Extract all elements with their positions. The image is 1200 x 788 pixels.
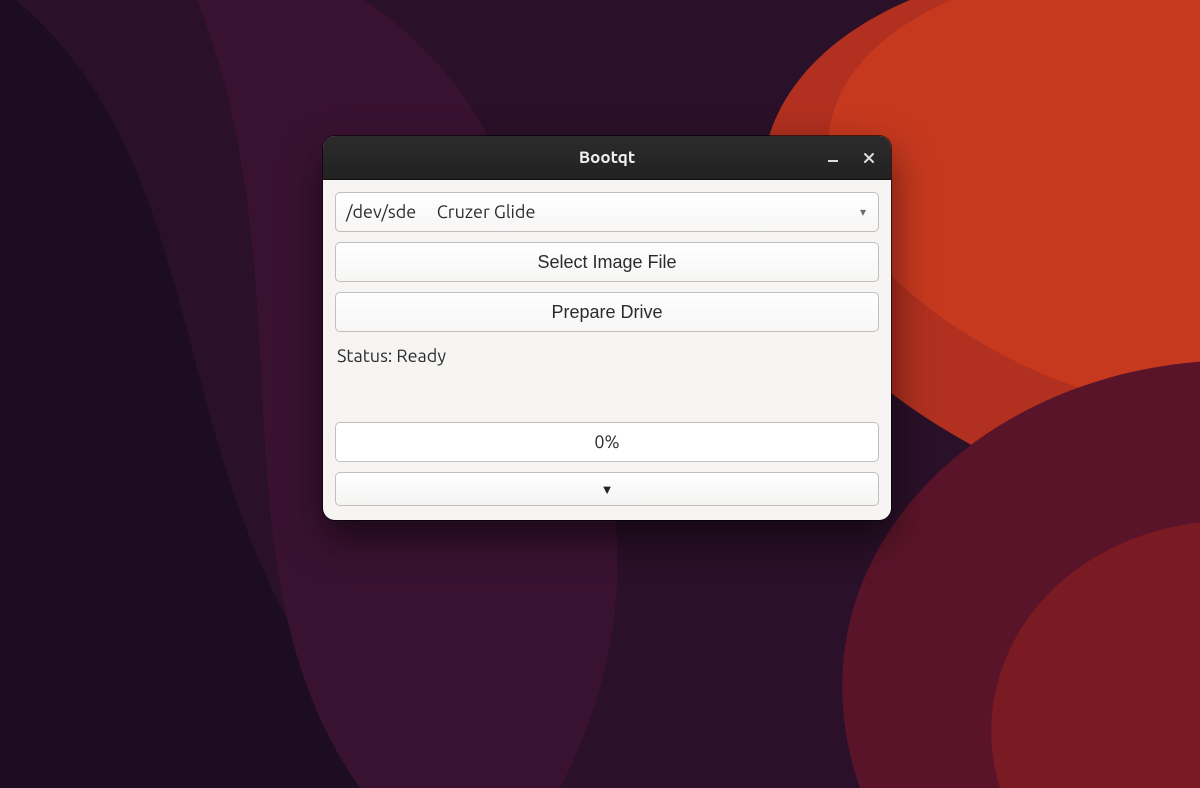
titlebar-controls [819, 136, 883, 179]
progress-text: 0% [594, 432, 619, 452]
chevron-down-icon: ▾ [860, 205, 866, 219]
drive-select-combobox[interactable]: /dev/sde Cruzer Glide ▾ [335, 192, 879, 232]
progress-bar: 0% [335, 422, 879, 462]
status-label: Status: Ready [335, 342, 879, 412]
titlebar[interactable]: Bootqt [323, 136, 891, 180]
minimize-button[interactable] [819, 144, 847, 172]
drive-select-value: /dev/sde Cruzer Glide [346, 202, 535, 222]
window-body: /dev/sde Cruzer Glide ▾ Select Image Fil… [323, 180, 891, 520]
close-button[interactable] [855, 144, 883, 172]
triangle-down-icon: ▼ [601, 482, 614, 497]
window-title: Bootqt [579, 148, 635, 167]
select-image-file-button[interactable]: Select Image File [335, 242, 879, 282]
app-window: Bootqt /dev/sde Cruzer Glide ▾ Select Im… [323, 136, 891, 520]
expand-toggle-button[interactable]: ▼ [335, 472, 879, 506]
prepare-drive-button[interactable]: Prepare Drive [335, 292, 879, 332]
